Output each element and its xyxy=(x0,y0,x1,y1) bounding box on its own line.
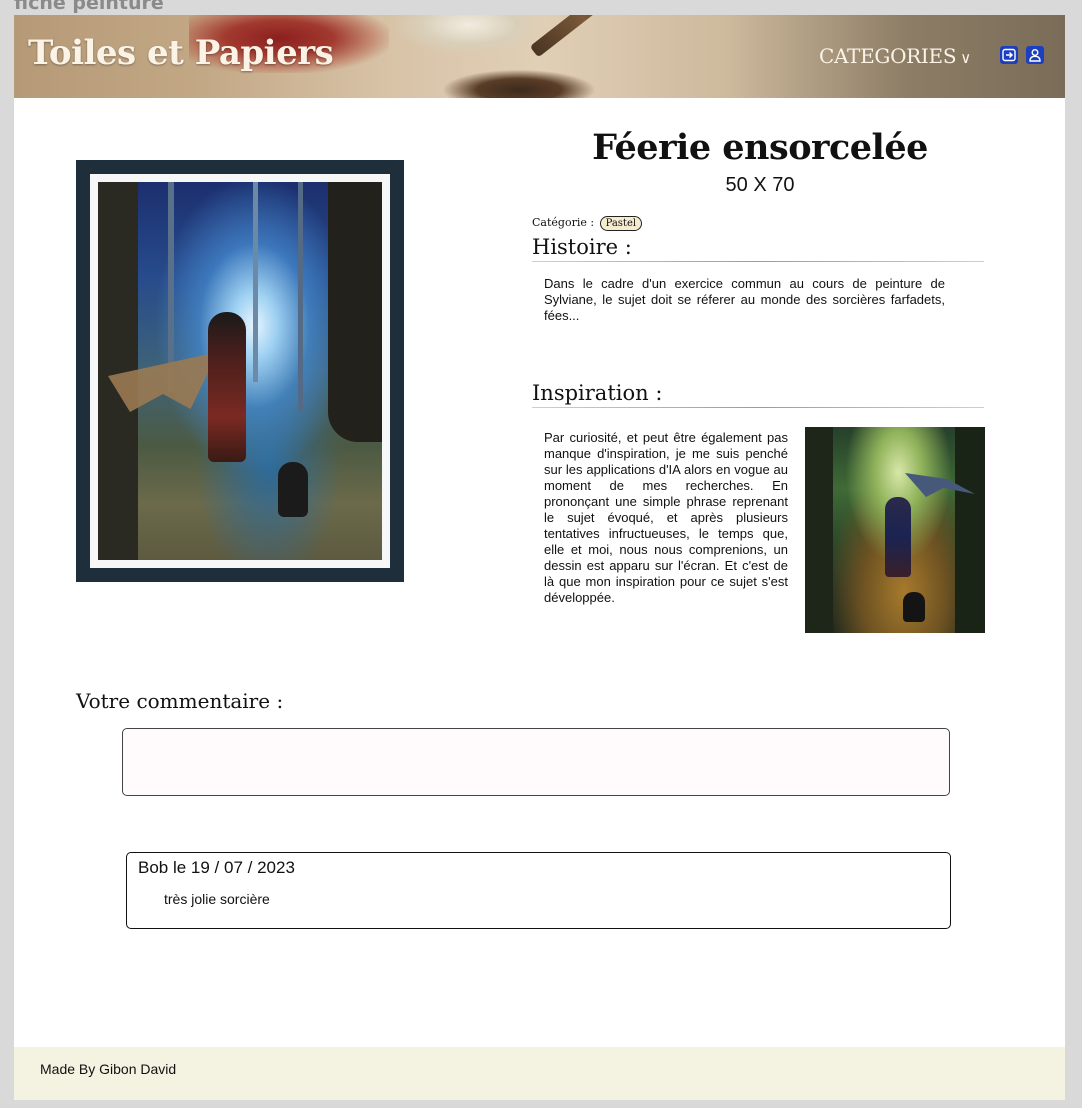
history-divider xyxy=(532,261,984,262)
page: Toiles et Papiers CATEGORIES ∨ Féerie en… xyxy=(14,15,1065,1100)
inspiration-image xyxy=(805,427,985,633)
artwork-mat xyxy=(90,174,390,568)
artwork-image[interactable] xyxy=(76,160,404,582)
ai-tree-right xyxy=(955,427,985,633)
header-banner: Toiles et Papiers CATEGORIES ∨ xyxy=(14,15,1065,98)
nav-categories-label: CATEGORIES xyxy=(819,44,957,68)
comment-text: très jolie sorcière xyxy=(164,891,270,907)
painting-cat xyxy=(278,462,308,517)
comment-card: Bob le 19 / 07 / 2023 très jolie sorcièr… xyxy=(126,852,951,929)
painting-trunk-1 xyxy=(168,182,174,392)
painting-tree-right xyxy=(328,182,382,442)
category-badge[interactable]: Pastel xyxy=(599,216,643,231)
ai-cat xyxy=(903,592,925,622)
logout-icon[interactable] xyxy=(1000,46,1018,64)
comment-heading: Votre commentaire : xyxy=(76,689,284,713)
footer-credit: Made By Gibon David xyxy=(40,1061,177,1077)
artwork-dimensions: 50 X 70 xyxy=(725,174,795,196)
site-brand[interactable]: Toiles et Papiers xyxy=(28,33,334,73)
artwork-title: Féerie ensorcelée xyxy=(592,127,928,168)
frame-label: fiche peinture xyxy=(14,0,164,14)
painting-trunk-3 xyxy=(298,182,303,412)
inspiration-text: Par curiosité, et peut être également pa… xyxy=(544,430,788,605)
comment-author: Bob le 19 / 07 / 2023 xyxy=(138,858,295,877)
footer: Made By Gibon David xyxy=(14,1047,1065,1100)
inspiration-divider xyxy=(532,407,984,408)
history-heading: Histoire : xyxy=(532,235,632,259)
banner-paint-white xyxy=(394,15,544,55)
nav-categories[interactable]: CATEGORIES ∨ xyxy=(819,44,971,68)
ai-witch xyxy=(885,497,911,577)
painting-trunk-2 xyxy=(253,182,258,382)
banner-brush xyxy=(529,15,696,58)
ai-tree-left xyxy=(805,427,833,633)
category-label: Catégorie : xyxy=(532,216,595,229)
inspiration-heading: Inspiration : xyxy=(532,381,663,405)
comment-input[interactable] xyxy=(122,728,950,796)
chevron-down-icon: ∨ xyxy=(960,49,971,67)
artwork-painting xyxy=(98,182,382,560)
history-text: Dans le cadre d'un exercice commun au co… xyxy=(544,276,945,323)
painting-witch xyxy=(208,312,246,462)
category-line: Catégorie : Pastel xyxy=(532,216,643,231)
user-icon[interactable] xyxy=(1026,46,1044,64)
banner-paint-dark xyxy=(444,70,594,98)
